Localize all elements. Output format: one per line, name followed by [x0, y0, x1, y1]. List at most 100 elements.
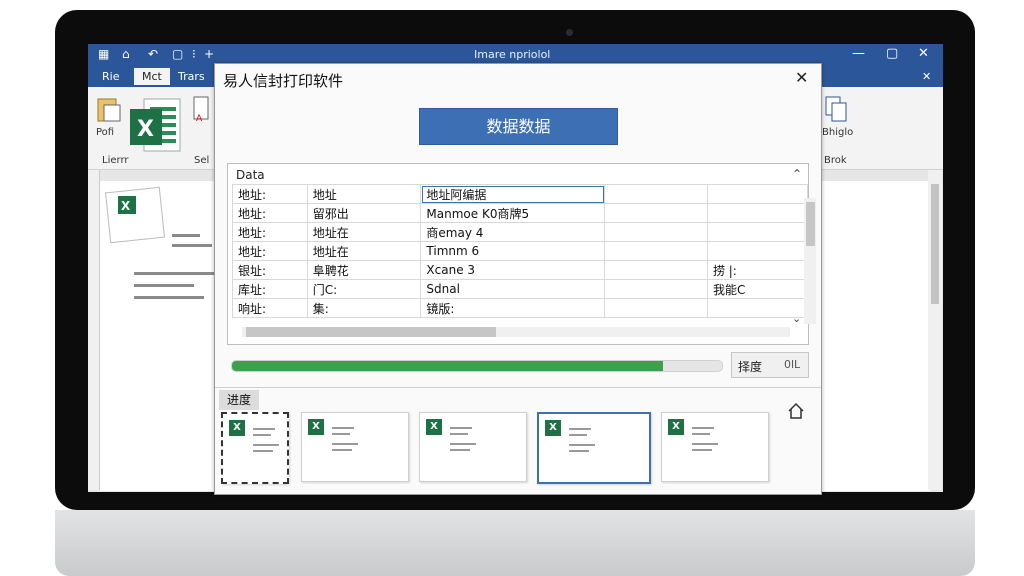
- ribbon-label-right[interactable]: Bhiglo: [822, 127, 853, 138]
- table-cell[interactable]: [706, 184, 809, 204]
- tab-file[interactable]: Rie: [102, 70, 119, 83]
- save-icon[interactable]: ▦: [98, 47, 109, 61]
- table-row[interactable]: 地址: 地址在 Timnm 6: [232, 241, 809, 261]
- excel-icon: X: [545, 420, 561, 436]
- table-cell[interactable]: 地址:: [232, 222, 308, 242]
- table-cell[interactable]: 集:: [306, 298, 422, 318]
- table-cell[interactable]: 捞 |:: [706, 260, 809, 280]
- progress-fill: [232, 361, 664, 371]
- tab-home[interactable]: Mct: [134, 68, 170, 85]
- table-cell[interactable]: 响址:: [232, 298, 308, 318]
- format-icon[interactable]: A: [192, 95, 212, 123]
- table-row[interactable]: 地址: 地址 地址阿编据: [232, 184, 809, 204]
- add-icon[interactable]: +: [204, 47, 214, 61]
- table-cell[interactable]: 地址在: [306, 241, 422, 261]
- tab-insert[interactable]: Trars: [178, 70, 205, 83]
- table-cell[interactable]: [604, 279, 708, 299]
- svg-text:X: X: [137, 117, 154, 142]
- ribbon-label-paste[interactable]: Pofi: [96, 127, 114, 138]
- more-icon[interactable]: ⁝: [192, 47, 196, 61]
- thumbnail-line: [450, 449, 470, 451]
- grid-vertical-thumb[interactable]: [806, 202, 815, 246]
- table-row[interactable]: 库址: 门C: Sdnal 我能C: [232, 279, 809, 299]
- table-cell[interactable]: 商emay 4: [420, 222, 606, 242]
- ribbon-group-label-right: Brok: [824, 155, 847, 166]
- table-cell[interactable]: 门C:: [306, 279, 422, 299]
- table-row[interactable]: 响址: 集: 镜版:: [232, 298, 809, 318]
- table-cell[interactable]: 地址阿编据: [420, 184, 606, 204]
- table-row[interactable]: 银址: 阜聘花 Xcane 3 捞 |:: [232, 260, 809, 280]
- template-thumbnail[interactable]: X: [537, 412, 651, 484]
- page-icon[interactable]: ▢: [172, 47, 183, 61]
- table-cell[interactable]: [706, 222, 809, 242]
- excel-icon: X: [229, 420, 245, 436]
- divider: [215, 387, 821, 388]
- table-cell[interactable]: 银址:: [232, 260, 308, 280]
- table-row[interactable]: 地址: 地址在 商emay 4: [232, 222, 809, 242]
- table-cell[interactable]: 地址: [306, 184, 422, 204]
- table-cell[interactable]: 镜版:: [420, 298, 606, 318]
- thumbnail-line: [692, 427, 714, 429]
- table-cell[interactable]: [706, 203, 809, 223]
- table-cell[interactable]: Sdnal: [420, 279, 606, 299]
- thumbnail-line: [253, 450, 273, 452]
- table-cell[interactable]: Manmoe K0商牌5: [420, 203, 606, 223]
- table-cell[interactable]: 地址在: [306, 222, 422, 242]
- table-cell[interactable]: Xcane 3: [420, 260, 606, 280]
- table-cell[interactable]: [604, 184, 708, 204]
- thumbnail-line: [332, 449, 352, 451]
- table-row[interactable]: 地址: 留邪出 Manmoe K0商牌5: [232, 203, 809, 223]
- thumbnail-line: [569, 444, 595, 446]
- table-cell[interactable]: 留邪出: [306, 203, 422, 223]
- paste-icon[interactable]: [96, 95, 122, 123]
- template-thumbnail[interactable]: X: [221, 412, 289, 484]
- template-thumbnail[interactable]: X: [419, 412, 527, 482]
- progress-value: 0lL: [784, 358, 801, 371]
- svg-text:A: A: [196, 114, 203, 123]
- window-close-icon[interactable]: ✕: [918, 46, 929, 61]
- home-quick-icon[interactable]: ⌂: [122, 47, 130, 61]
- grid-horizontal-thumb[interactable]: [246, 327, 496, 337]
- thumbnail-line: [450, 433, 468, 435]
- template-thumbnail[interactable]: X: [661, 412, 769, 482]
- data-button[interactable]: 数据数据: [419, 108, 618, 145]
- table-cell[interactable]: 地址:: [232, 184, 308, 204]
- table-cell[interactable]: 库址:: [232, 279, 308, 299]
- thumbnail-line: [692, 449, 712, 451]
- excel-icon: X: [426, 419, 442, 435]
- excel-icon: X: [308, 419, 324, 435]
- envelope-printing-dialog: 易人信封打印软件 ✕ 数据数据 Data ⌃ 地址: 地址 地址阿编据 地址: 留邪出 M…: [214, 63, 822, 495]
- vertical-ruler: [88, 170, 100, 490]
- table-cell[interactable]: 地址:: [232, 203, 308, 223]
- table-cell[interactable]: 阜聘花: [306, 260, 422, 280]
- thumbnail-line: [569, 434, 587, 436]
- window-title: Imare npriolol: [474, 48, 551, 61]
- restore-icon[interactable]: ▢: [886, 46, 898, 61]
- collapse-up-icon[interactable]: ⌃: [792, 167, 802, 181]
- thumbnail-line: [253, 444, 279, 446]
- collapse-icon[interactable]: ✕: [922, 70, 931, 83]
- excel-icon: X: [130, 98, 181, 152]
- thumbnail-line: [692, 443, 718, 445]
- table-cell[interactable]: [604, 203, 708, 223]
- table-cell[interactable]: [706, 241, 809, 261]
- table-cell[interactable]: [604, 298, 708, 318]
- envelope-excel-icon: X: [104, 186, 166, 244]
- table-cell[interactable]: 我能C: [706, 279, 809, 299]
- monitor-chin: [55, 510, 975, 576]
- minimize-icon[interactable]: —: [852, 46, 865, 61]
- doc-line: [172, 244, 212, 247]
- styles-icon[interactable]: [824, 95, 850, 123]
- table-cell[interactable]: [604, 241, 708, 261]
- table-cell[interactable]: Timnm 6: [420, 241, 606, 261]
- template-thumbnail[interactable]: X: [301, 412, 409, 482]
- table-cell[interactable]: [604, 222, 708, 242]
- table-cell[interactable]: 地址:: [232, 241, 308, 261]
- home-icon[interactable]: [787, 402, 805, 420]
- scroll-down-icon[interactable]: ⌄: [792, 312, 801, 325]
- document-scroll-thumb[interactable]: [931, 184, 939, 304]
- table-cell[interactable]: [604, 260, 708, 280]
- close-icon[interactable]: ✕: [795, 68, 808, 87]
- undo-icon[interactable]: ↶: [148, 47, 158, 61]
- templates-label: 进度: [219, 390, 259, 410]
